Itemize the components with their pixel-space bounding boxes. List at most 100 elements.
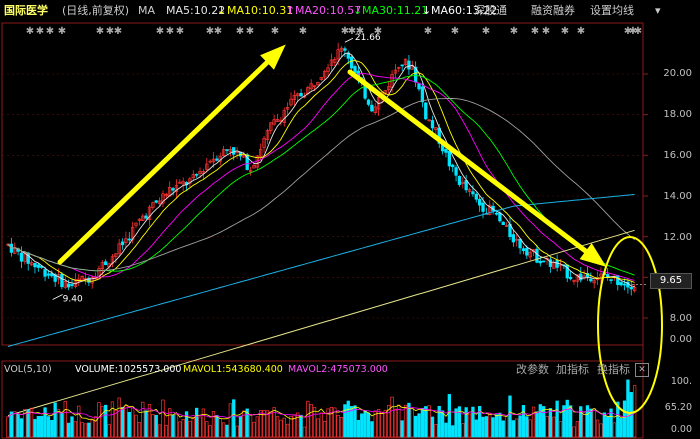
candle-body [420,86,425,103]
volume-bar [16,414,20,438]
volume-bar [552,416,556,438]
volume-bar [83,423,88,438]
event-star-icon: ✱ [114,26,122,37]
volume-bar [606,416,610,438]
candle-body [366,99,371,105]
candle-body [353,66,357,74]
candle-body [542,260,546,263]
candle-body [370,104,374,112]
candle-body [66,283,71,288]
volume-bar [622,400,627,438]
volume-bar [13,411,17,438]
volume-bar [323,421,327,438]
event-star-icon: ✱ [356,26,364,37]
volume-bar [400,420,404,438]
volume-bar [535,411,539,438]
volume-bar [464,407,468,438]
price-tick: 0.00 [669,334,692,345]
price-tick: 18.00 [663,109,692,120]
volume-bar [127,411,131,438]
candle-body [451,164,455,168]
volume-bar [393,408,398,438]
volume-bar [215,415,219,438]
candle-body [474,193,478,200]
candle-body [478,198,482,206]
price-tick: 14.00 [663,191,692,202]
volume-bar [424,406,428,438]
volume-bar [191,417,195,438]
candle-body [60,273,64,288]
event-star-icon: ✱ [451,26,459,37]
candle-body [19,252,24,262]
volume-bar [454,408,458,438]
volume-bar [232,399,236,438]
add-indicator-button[interactable]: 加指标 [556,361,589,379]
volume-bar [107,424,111,438]
volume-bar [248,413,253,438]
volume-bar [363,410,367,438]
candle-body [225,149,229,151]
mavol2-value: MAVOL2:475073.000 [288,364,388,375]
volume-bar [545,416,549,438]
volume-bar [60,412,64,438]
volume-bar [528,419,532,438]
candle-body [454,167,458,176]
volume-bar [474,419,478,438]
volume-bar [339,417,344,438]
candle-body [444,149,448,153]
event-star-icon: ✱ [96,26,104,37]
candle-body [525,247,529,256]
event-star-icon: ✱ [424,26,432,37]
volume-bar [329,406,334,438]
volume-bar [6,416,10,438]
volume-bar [619,418,623,438]
candle-body [171,188,175,191]
event-star-icon: ✱ [271,26,279,37]
candle-body [424,102,428,120]
candle-body [400,64,404,67]
volume-bar [296,412,300,438]
volume-bar [33,419,37,438]
change-params-button[interactable]: 改参数 [516,361,549,379]
volume-bar [360,413,364,438]
volume-bar [195,407,199,438]
volume-bar [218,418,222,438]
candle-body [349,56,354,69]
candle-body [464,180,468,191]
volume-bar [612,422,617,438]
volume-bar [555,400,559,438]
volume-bar [134,414,138,438]
volume-bar [43,407,47,438]
candle-body [299,92,303,97]
volume-bar [417,413,421,438]
volume-bar [70,416,74,438]
candle-body [629,287,633,290]
volume-bar [531,406,536,438]
volume-bar [356,419,361,438]
low-price-label: 9.40 [63,295,83,305]
close-icon[interactable]: ✕ [635,363,649,377]
switch-indicator-button[interactable]: 换指标 [597,361,630,379]
candle-body [215,158,219,161]
candle-body [555,260,559,268]
vol-indicator-label[interactable]: VOL(5,10) [4,361,52,379]
volume-bar [275,416,280,438]
volume-bar [63,400,67,438]
volume-bar [36,416,40,438]
volume-bar [434,424,438,438]
candle-body [501,221,505,226]
volume-bar [565,399,569,438]
candle-body [50,273,54,277]
volume-bar [285,423,290,438]
mavol1-value: MAVOL1:543680.400 [183,364,283,375]
volume-bar [410,407,414,438]
volume-bar [346,400,350,438]
volume-bar [568,405,573,438]
volume-bar [50,419,54,438]
volume-bar [120,407,125,438]
event-star-icon: ✱ [577,26,585,37]
candle-body [154,200,158,203]
event-star-icon: ✱ [176,26,184,37]
volume-bar [515,418,519,438]
candle-body [498,212,502,222]
